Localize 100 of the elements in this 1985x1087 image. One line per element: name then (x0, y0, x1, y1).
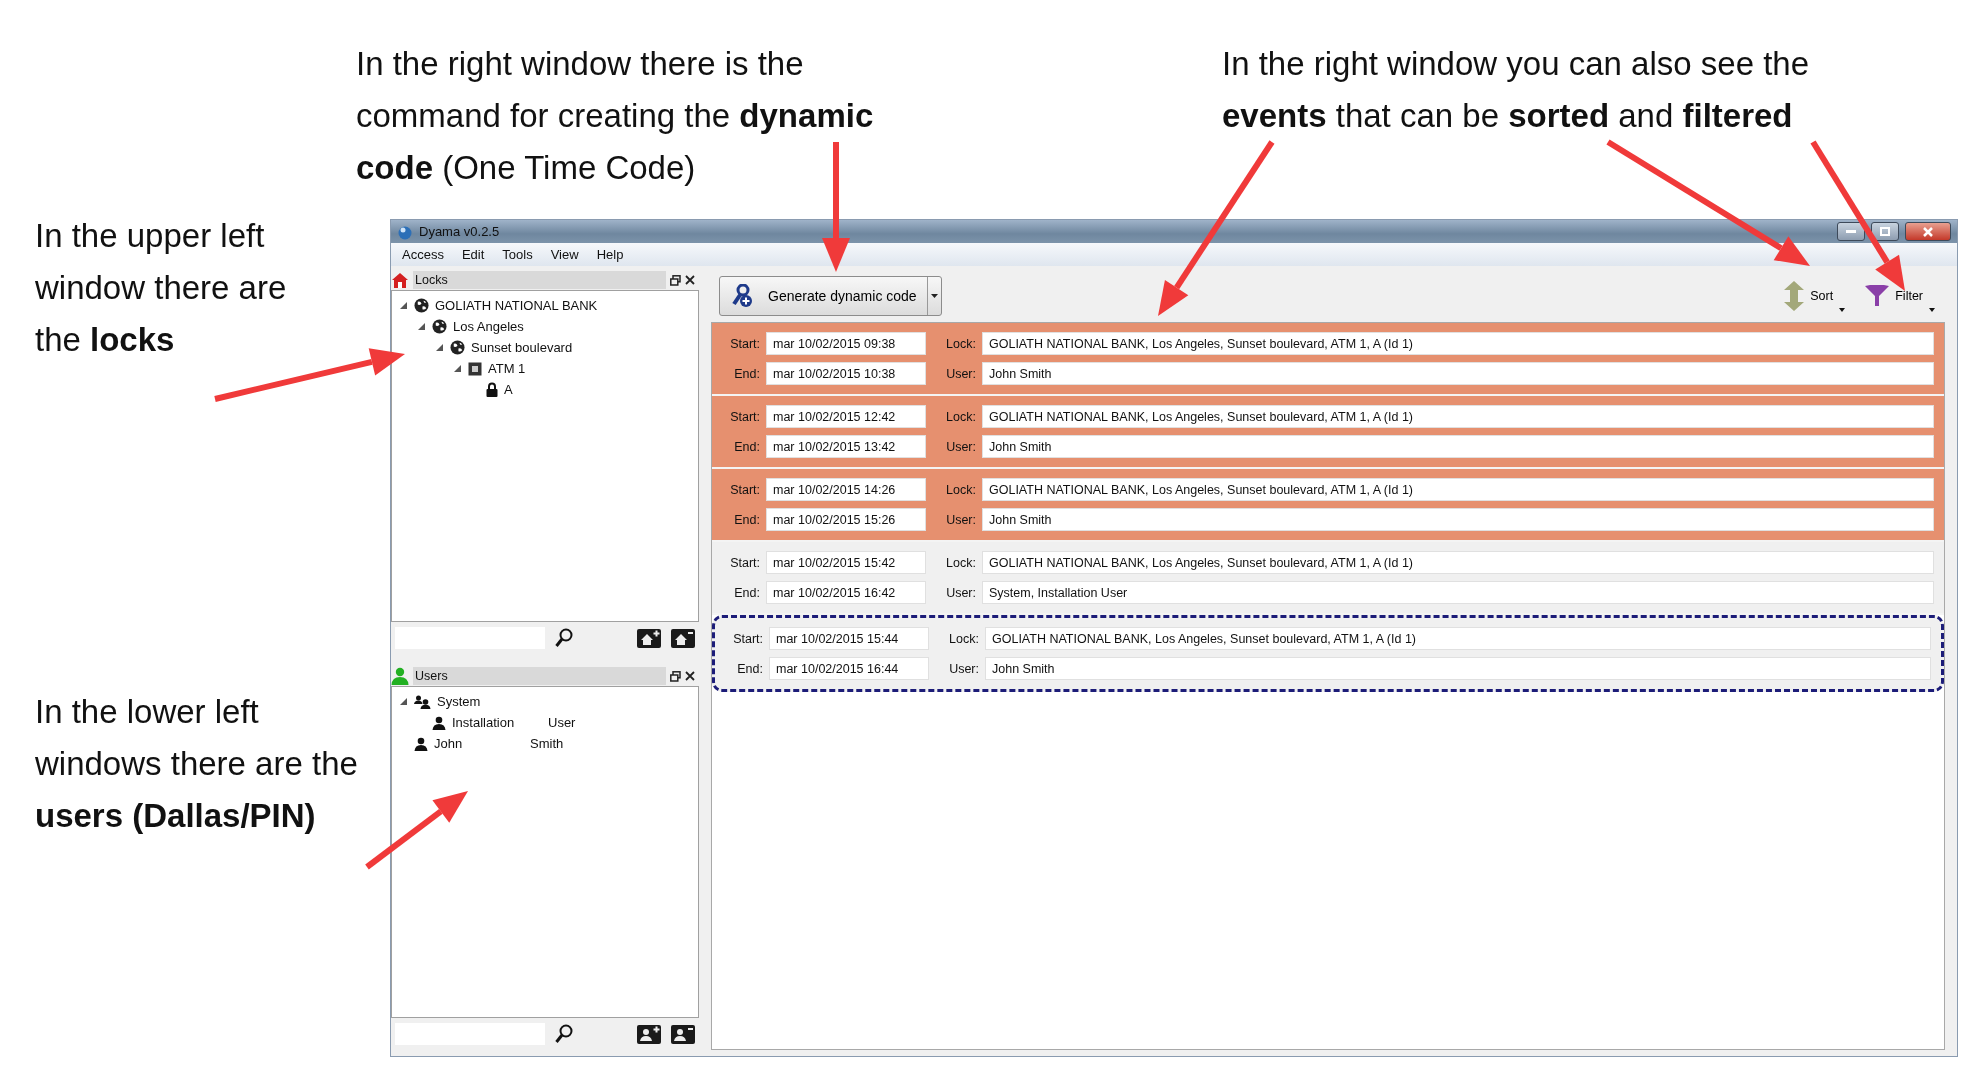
start-field: mar 10/02/2015 15:44 (769, 627, 929, 650)
lock-field: GOLIATH NATIONAL BANK, Los Angeles, Sunset boulevard, ATM 1, A (Id 1) (982, 332, 1934, 355)
add-user-icon[interactable] (637, 1024, 661, 1044)
safe-icon (468, 361, 482, 376)
field-label: User: (945, 439, 976, 454)
close-icon[interactable] (685, 671, 695, 681)
field-label: Start: (732, 631, 763, 646)
field-label: Start: (729, 555, 760, 570)
field-label: Start: (729, 409, 760, 424)
expander-icon[interactable] (398, 698, 408, 705)
user-icon (432, 715, 446, 730)
undock-icon[interactable] (670, 274, 681, 286)
minimize-icon (1846, 229, 1856, 234)
filter-button[interactable]: Filter (1863, 276, 1937, 316)
event-entry[interactable]: Start: mar 10/02/2015 14:26 Lock: GOLIATH NATIONAL BANK, Los Angeles, Sunset boulevard, ATM 1, A (Id 1) End: mar 10/02/2015 15:26 User: John Smith (712, 469, 1944, 542)
lock-field: GOLIATH NATIONAL BANK, Los Angeles, Sunset boulevard, ATM 1, A (Id 1) (982, 478, 1934, 501)
user-first-name[interactable]: John (434, 736, 524, 751)
close-icon[interactable] (685, 275, 695, 285)
lock-field: GOLIATH NATIONAL BANK, Los Angeles, Sunset boulevard, ATM 1, A (Id 1) (982, 551, 1934, 574)
panel-title: Users (413, 667, 666, 685)
caret-icon (930, 294, 938, 298)
field-label: End: (733, 366, 760, 381)
globe-icon (414, 298, 429, 313)
user-first-name[interactable]: Installation (452, 715, 542, 730)
lock-field: GOLIATH NATIONAL BANK, Los Angeles, Sunset boulevard, ATM 1, A (Id 1) (985, 627, 1931, 650)
menu-item[interactable]: Edit (454, 245, 492, 264)
menu-item[interactable]: View (543, 245, 586, 264)
user-group-icon (414, 694, 431, 709)
field-label: User: (948, 661, 979, 676)
field-label: End: (733, 585, 760, 600)
menu-item[interactable]: Help (589, 245, 631, 264)
menu-item[interactable]: Access (395, 245, 451, 264)
annotation-text: In the lower left windows there are the users (Dallas/PIN) (35, 692, 359, 836)
menu-item[interactable]: Tools (495, 245, 540, 264)
search-icon[interactable] (555, 1024, 573, 1044)
globe-icon (432, 319, 447, 334)
end-field: mar 10/02/2015 16:44 (769, 657, 929, 680)
generate-code-button[interactable]: Generate dynamic code (719, 276, 942, 316)
globe-icon (450, 340, 465, 355)
event-entry[interactable]: Start: mar 10/02/2015 15:44 Lock: GOLIATH NATIONAL BANK, Los Angeles, Sunset boulevard, ATM 1, A (Id 1) End: mar 10/02/2015 16:44 User: John Smith (712, 615, 1944, 692)
user-last-name[interactable]: User (548, 715, 576, 730)
user-first-name[interactable]: System (437, 694, 527, 709)
end-field: mar 10/02/2015 10:38 (766, 362, 926, 385)
house-icon (391, 271, 409, 289)
expander-icon[interactable] (434, 344, 444, 351)
user-field: System, Installation User (982, 581, 1934, 604)
field-label: Lock: (945, 555, 976, 570)
annotation-text: In the right window you can also see the events that can be sorted and filtered (1222, 44, 1811, 136)
caret-icon (1929, 308, 1935, 312)
annotation-text: In the right window there is the command for creating the dynamic code (One Time Code) (356, 44, 875, 188)
lock-field: GOLIATH NATIONAL BANK, Los Angeles, Sunset boulevard, ATM 1, A (Id 1) (982, 405, 1934, 428)
user-last-name[interactable]: Smith (530, 736, 564, 751)
user-field: John Smith (982, 435, 1934, 458)
add-lock-icon[interactable] (637, 628, 661, 648)
tree-item[interactable]: ATM 1 (488, 361, 526, 376)
tree-item[interactable]: GOLIATH NATIONAL BANK (435, 298, 598, 313)
caret-icon (1839, 308, 1846, 312)
close-button[interactable] (1905, 222, 1951, 241)
remove-lock-icon[interactable] (671, 628, 695, 648)
start-field: mar 10/02/2015 12:42 (766, 405, 926, 428)
expander-icon[interactable] (452, 365, 462, 372)
sort-arrows-icon (1784, 281, 1805, 311)
maximize-icon (1880, 227, 1890, 236)
user-field: John Smith (982, 508, 1934, 531)
tree-item[interactable]: Sunset boulevard (471, 340, 573, 355)
annotation-text: In the upper left window there are the locks (35, 216, 288, 360)
start-field: mar 10/02/2015 09:38 (766, 332, 926, 355)
field-label: End: (733, 512, 760, 527)
field-label: End: (733, 439, 760, 454)
expander-icon[interactable] (416, 323, 426, 330)
user-icon (414, 736, 428, 751)
key-add-icon (732, 284, 754, 308)
field-label: End: (736, 661, 763, 676)
undock-icon[interactable] (670, 670, 681, 682)
event-entry[interactable]: Start: mar 10/02/2015 09:38 Lock: GOLIATH NATIONAL BANK, Los Angeles, Sunset boulevard, ATM 1, A (Id 1) End: mar 10/02/2015 10:38 User: John Smith (712, 323, 1944, 396)
end-field: mar 10/02/2015 16:42 (766, 581, 926, 604)
padlock-icon (486, 382, 498, 397)
field-label: Lock: (945, 336, 976, 351)
field-label: User: (945, 585, 976, 600)
funnel-icon (1865, 285, 1890, 307)
expander-icon[interactable] (398, 302, 408, 309)
event-entry[interactable]: Start: mar 10/02/2015 12:42 Lock: GOLIATH NATIONAL BANK, Los Angeles, Sunset boulevard, ATM 1, A (Id 1) End: mar 10/02/2015 13:42 User: John Smith (712, 396, 1944, 469)
event-entry[interactable]: Start: mar 10/02/2015 15:42 Lock: GOLIATH NATIONAL BANK, Los Angeles, Sunset boulevard, ATM 1, A (Id 1) End: mar 10/02/2015 16:42 User: System, Installation User (712, 542, 1944, 615)
tree-item[interactable]: A (504, 382, 513, 397)
tree-item[interactable]: Los Angeles (453, 319, 524, 334)
window-title: Dyama v0.2.5 (419, 224, 500, 239)
remove-user-icon[interactable] (671, 1024, 695, 1044)
panel-title: Locks (413, 271, 666, 289)
maximize-button[interactable] (1871, 222, 1899, 241)
end-field: mar 10/02/2015 13:42 (766, 435, 926, 458)
search-icon[interactable] (555, 628, 573, 648)
end-field: mar 10/02/2015 15:26 (766, 508, 926, 531)
field-label: User: (945, 366, 976, 381)
minimize-button[interactable] (1837, 222, 1865, 241)
field-label: Start: (729, 482, 760, 497)
close-icon (1923, 226, 1933, 237)
field-label: Lock: (948, 631, 979, 646)
field-label: Start: (729, 336, 760, 351)
start-field: mar 10/02/2015 14:26 (766, 478, 926, 501)
sort-button[interactable]: Sort (1782, 276, 1848, 316)
